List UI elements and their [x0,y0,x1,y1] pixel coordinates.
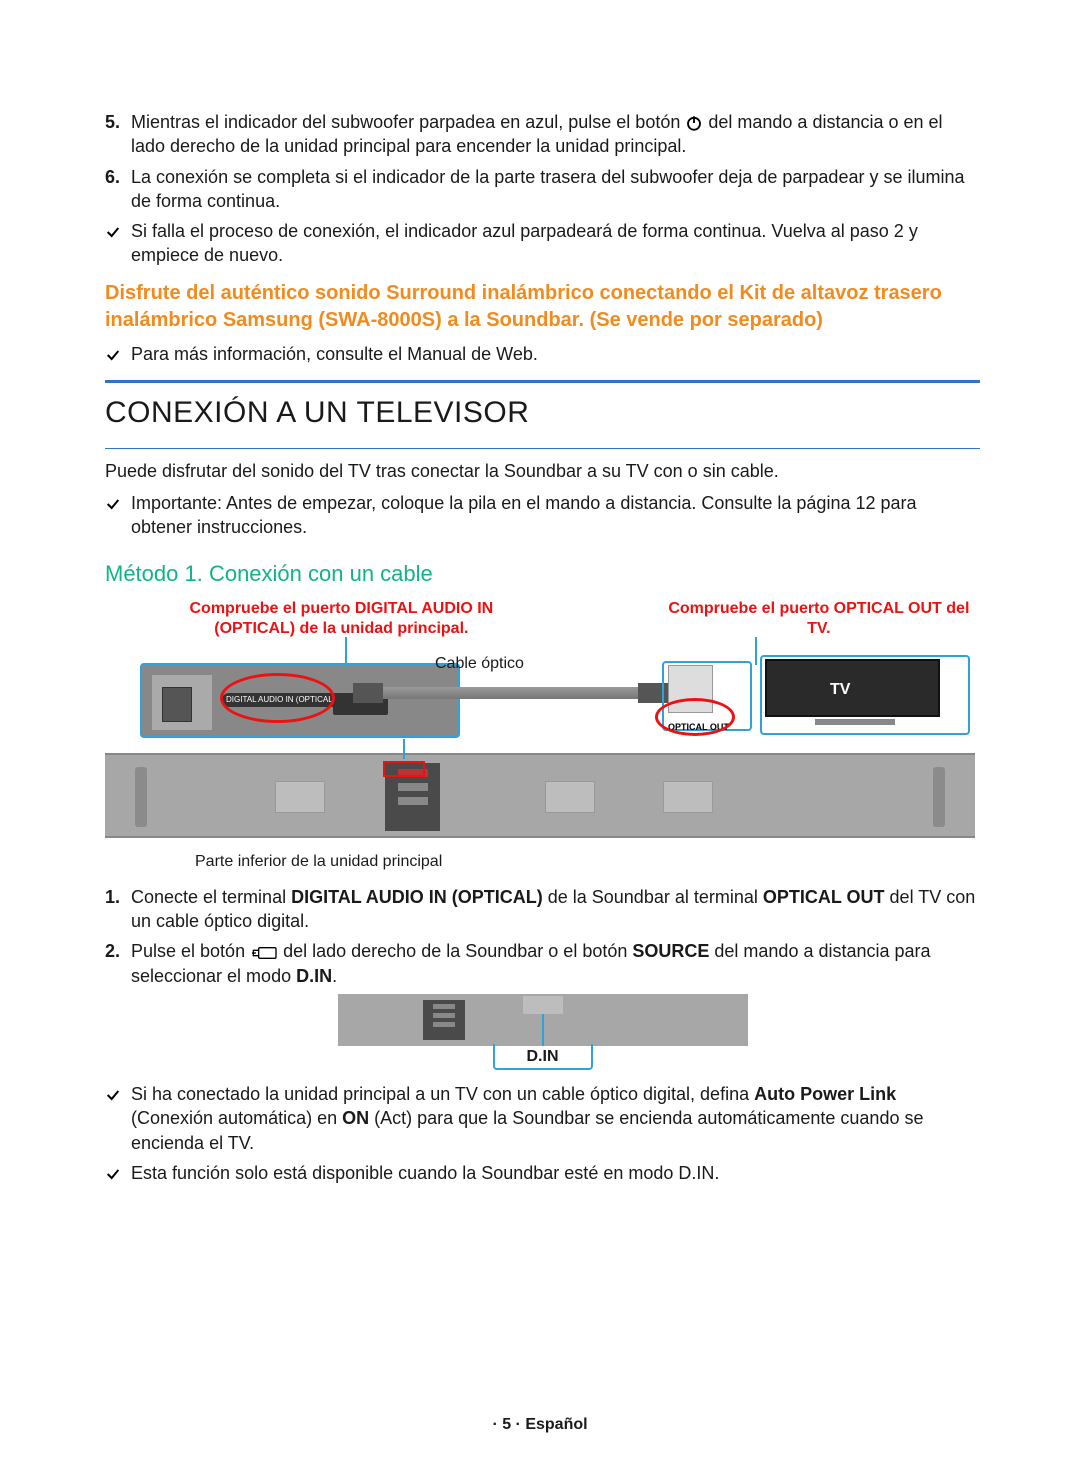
step-6: 6. La conexión se completa si el indicad… [105,165,980,214]
port-block [385,763,440,831]
step-number: 2. [105,939,131,988]
note-item: Si falla el proceso de conexión, el indi… [105,219,980,268]
slot-graphic [545,781,595,813]
check-icon [105,342,131,366]
slot-graphic [523,996,563,1014]
connection-steps: 1. Conecte el terminal DIGITAL AUDIO IN … [105,885,980,988]
power-icon [685,114,703,132]
note-list: Para más información, consulte el Manual… [105,342,980,366]
port-graphic [398,797,428,805]
text-fragment: Mientras el indicador del subwoofer parp… [131,112,685,132]
port-graphic [398,783,428,791]
leader-line [403,739,405,759]
text-bold: DIGITAL AUDIO IN (OPTICAL) [291,887,543,907]
text-bold: ON [342,1108,369,1128]
note-item: Para más información, consulte el Manual… [105,342,980,366]
optical-cable-graphic [373,687,648,699]
text-bold: D.IN [296,966,332,986]
step-number: 1. [105,885,131,934]
source-icon [250,945,278,961]
note-item: Importante: Antes de empezar, coloque la… [105,491,980,540]
note-list: Si falla el proceso de conexión, el indi… [105,219,980,268]
step-number: 6. [105,165,131,214]
text-fragment: del lado derecho de la Soundbar o el bot… [278,941,632,961]
port-graphic [398,769,428,777]
leader-line [345,637,347,665]
highlight-circle [655,698,735,736]
text-bold: Auto Power Link [754,1084,896,1104]
soundbar-bottom-view [105,753,975,838]
method-title: Método 1. Conexión con un cable [105,559,980,589]
step-1: 1. Conecte el terminal DIGITAL AUDIO IN … [105,885,980,934]
step-text: La conexión se completa si el indicador … [131,165,980,214]
section-divider [105,380,980,383]
text-bold: SOURCE [632,941,709,961]
port-block [423,1000,465,1040]
slot-graphic [275,781,325,813]
footer-text: · 5 · Español [492,1416,587,1433]
slot-graphic [663,781,713,813]
step-2: 2. Pulse el botón del lado derecho de la… [105,939,980,988]
text-fragment: Pulse el botón [131,941,250,961]
panel-graphic [152,675,212,730]
step-text: Mientras el indicador del subwoofer parp… [131,110,980,159]
check-icon [105,1161,131,1185]
label-check-port-soundbar: Compruebe el puerto DIGITAL AUDIO IN (OP… [165,599,518,639]
check-icon [105,1082,131,1155]
highlight-orange: Disfrute del auténtico sonido Surround i… [105,280,980,334]
step-text: Pulse el botón del lado derecho de la So… [131,939,980,988]
page: 5. Mientras el indicador del subwoofer p… [0,0,1080,1476]
tv-stand [815,719,895,725]
port-graphic [162,687,192,722]
note-text: Si ha conectado la unidad principal a un… [131,1082,980,1155]
tv-label: TV [830,679,850,701]
step-5: 5. Mientras el indicador del subwoofer p… [105,110,980,159]
notch-graphic [135,767,147,827]
connection-diagram: Compruebe el puerto DIGITAL AUDIO IN (OP… [105,599,980,873]
din-label: D.IN [493,1044,593,1070]
step-number: 5. [105,110,131,159]
note-item: Si ha conectado la unidad principal a un… [105,1082,980,1155]
diagram-canvas: DIGITAL AUDIO IN (OPTICAL) Cable óptico … [105,643,975,843]
text-fragment: (Conexión automática) en [131,1108,342,1128]
step-text: Conecte el terminal DIGITAL AUDIO IN (OP… [131,885,980,934]
leader-line [755,637,757,665]
highlight-circle [220,673,335,723]
section-title: CONEXIÓN A UN TELEVISOR [105,393,980,434]
check-icon [105,219,131,268]
text-fragment: de la Soundbar al terminal [543,887,763,907]
check-icon [105,491,131,540]
text-fragment: Conecte el terminal [131,887,291,907]
note-text: Para más información, consulte el Manual… [131,342,980,366]
text-fragment: . [332,966,337,986]
note-list: Importante: Antes de empezar, coloque la… [105,491,980,540]
note-text: Si falla el proceso de conexión, el indi… [131,219,980,268]
label-check-port-tv: Compruebe el puerto OPTICAL OUT del TV. [658,599,980,639]
leader-line [542,1014,544,1046]
section-intro: Puede disfrutar del sonido del TV tras c… [105,459,980,483]
text-bold: OPTICAL OUT [763,887,885,907]
note-item: Esta función solo está disponible cuando… [105,1161,980,1185]
diagram-labels: Compruebe el puerto DIGITAL AUDIO IN (OP… [105,599,980,639]
din-diagram: D.IN [338,994,748,1072]
notch-graphic [933,767,945,827]
page-footer: · 5 · Español [0,1414,1080,1436]
continuation-steps: 5. Mientras el indicador del subwoofer p… [105,110,980,213]
cable-label: Cable óptico [435,653,524,675]
note-list: Si ha conectado la unidad principal a un… [105,1082,980,1185]
note-text: Importante: Antes de empezar, coloque la… [131,491,980,540]
text-fragment: Si ha conectado la unidad principal a un… [131,1084,754,1104]
tv-screen [765,659,940,717]
section-divider [105,448,980,449]
diagram-caption: Parte inferior de la unidad principal [195,851,980,873]
note-text: Esta función solo está disponible cuando… [131,1161,980,1185]
